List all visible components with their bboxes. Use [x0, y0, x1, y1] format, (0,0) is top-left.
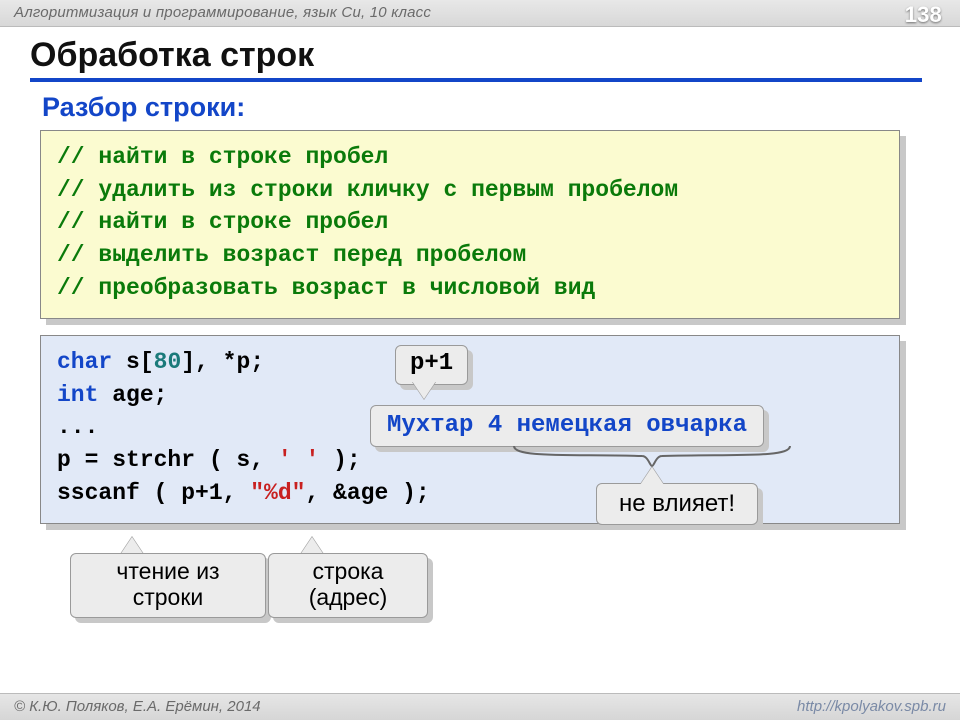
header-bar: Алгоритмизация и программирование, язык …	[0, 0, 960, 27]
code-line: p = strchr ( s, ' ' );	[57, 447, 361, 473]
comment-line: // выделить возраст перед пробелом	[57, 242, 526, 268]
hint-text: строки	[133, 584, 204, 610]
comment-panel: // найти в строке пробел // удалить из с…	[40, 130, 900, 319]
comment-line: // удалить из строки кличку с первым про…	[57, 177, 678, 203]
hint-no-effect: не влияет!	[596, 483, 758, 525]
hint-pplus1: p+1	[395, 345, 468, 385]
footer-copyright: © К.Ю. Поляков, Е.А. Ерёмин, 2014	[14, 698, 261, 715]
comment-line: // преобразовать возраст в числовой вид	[57, 275, 595, 301]
slide-title: Обработка строк	[30, 36, 314, 75]
page-number: 138	[905, 2, 942, 28]
code-line: sscanf ( p+1, "%d", &age );	[57, 480, 430, 506]
slide: Алгоритмизация и программирование, язык …	[0, 0, 960, 720]
pointer-icon	[640, 467, 664, 485]
hint-text: не влияет!	[619, 490, 735, 517]
pointer-icon	[412, 381, 436, 399]
comment-line: // найти в строке пробел	[57, 144, 388, 170]
hint-text: чтение из	[116, 558, 219, 584]
course-title: Алгоритмизация и программирование, язык …	[14, 4, 431, 21]
code-line: ...	[57, 414, 98, 440]
hint-read-from-string: чтение из строки	[70, 553, 266, 618]
comment-line: // найти в строке пробел	[57, 209, 388, 235]
footer-url: http://kpolyakov.spb.ru	[797, 694, 946, 720]
title-underline	[30, 78, 922, 82]
hint-text: (адрес)	[309, 584, 388, 610]
code-line: char s[80], *p;	[57, 349, 264, 375]
hint-text: p+1	[410, 350, 453, 377]
code-line: int age;	[57, 382, 167, 408]
footer-bar: © К.Ю. Поляков, Е.А. Ерёмин, 2014 http:/…	[0, 693, 960, 720]
hint-text: Мухтар 4 немецкая овчарка	[387, 412, 747, 439]
hint-example: Мухтар 4 немецкая овчарка	[370, 405, 764, 447]
hint-text: строка	[313, 558, 384, 584]
slide-subtitle: Разбор строки:	[42, 92, 245, 123]
hint-string-addr: строка (адрес)	[268, 553, 428, 618]
